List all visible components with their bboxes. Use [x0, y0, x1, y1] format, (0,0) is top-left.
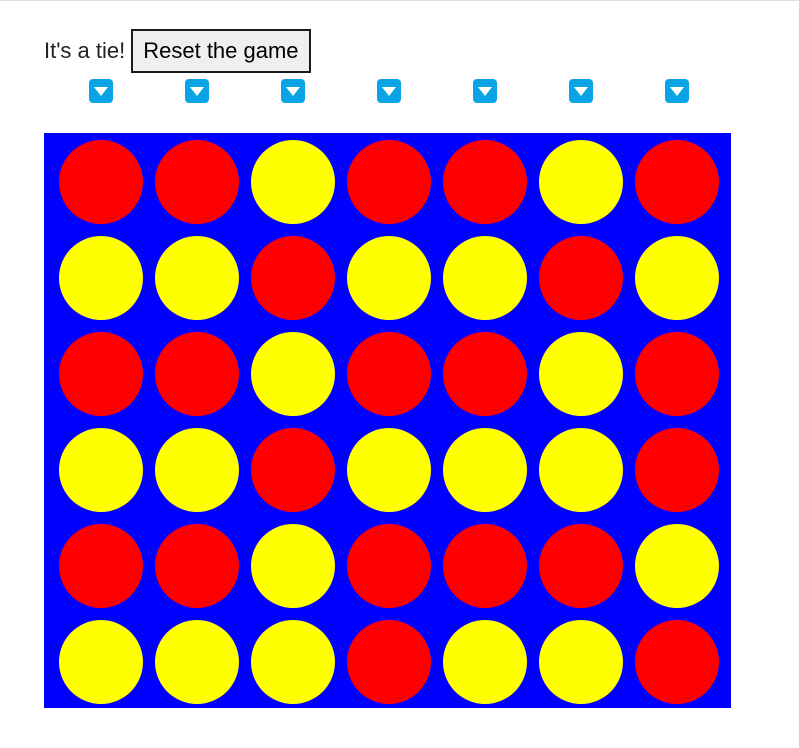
reset-game-button[interactable]: Reset the game — [131, 29, 311, 73]
chevron-down-icon — [190, 87, 204, 96]
disc-yellow — [155, 236, 239, 320]
disc-red — [347, 332, 431, 416]
disc-yellow — [251, 620, 335, 704]
disc-yellow — [251, 140, 335, 224]
disc-red — [443, 332, 527, 416]
disc-yellow — [251, 332, 335, 416]
disc-yellow — [443, 236, 527, 320]
disc-red — [347, 524, 431, 608]
chevron-down-icon — [670, 87, 684, 96]
disc-yellow — [635, 524, 719, 608]
drop-column-2-button[interactable] — [185, 79, 209, 103]
disc-yellow — [443, 620, 527, 704]
disc-red — [635, 332, 719, 416]
disc-red — [59, 332, 143, 416]
disc-yellow — [59, 620, 143, 704]
disc-yellow — [251, 524, 335, 608]
disc-red — [539, 524, 623, 608]
disc-yellow — [635, 236, 719, 320]
drop-column-4-button[interactable] — [377, 79, 401, 103]
top-divider — [0, 0, 799, 1]
disc-red — [59, 524, 143, 608]
disc-red — [347, 620, 431, 704]
drop-column-1-button[interactable] — [89, 79, 113, 103]
chevron-down-icon — [286, 87, 300, 96]
game-board — [44, 133, 731, 708]
disc-red — [443, 524, 527, 608]
disc-red — [539, 236, 623, 320]
disc-yellow — [347, 236, 431, 320]
disc-red — [635, 620, 719, 704]
drop-column-3-button[interactable] — [281, 79, 305, 103]
disc-red — [59, 140, 143, 224]
disc-yellow — [155, 620, 239, 704]
disc-red — [155, 524, 239, 608]
disc-red — [251, 428, 335, 512]
chevron-down-icon — [574, 87, 588, 96]
disc-yellow — [155, 428, 239, 512]
disc-yellow — [347, 428, 431, 512]
disc-yellow — [59, 428, 143, 512]
disc-yellow — [539, 140, 623, 224]
game-status-text: It's a tie! — [44, 38, 126, 63]
disc-red — [155, 140, 239, 224]
disc-yellow — [539, 620, 623, 704]
chevron-down-icon — [382, 87, 396, 96]
disc-red — [635, 428, 719, 512]
drop-column-5-button[interactable] — [473, 79, 497, 103]
chevron-down-icon — [94, 87, 108, 96]
disc-yellow — [443, 428, 527, 512]
drop-column-6-button[interactable] — [569, 79, 593, 103]
disc-yellow — [59, 236, 143, 320]
disc-yellow — [539, 332, 623, 416]
disc-red — [155, 332, 239, 416]
column-drop-buttons — [0, 79, 799, 103]
chevron-down-icon — [478, 87, 492, 96]
disc-red — [251, 236, 335, 320]
disc-red — [347, 140, 431, 224]
disc-red — [635, 140, 719, 224]
drop-column-7-button[interactable] — [665, 79, 689, 103]
disc-red — [443, 140, 527, 224]
disc-yellow — [539, 428, 623, 512]
status-bar: It's a tie! Reset the game — [44, 28, 311, 74]
